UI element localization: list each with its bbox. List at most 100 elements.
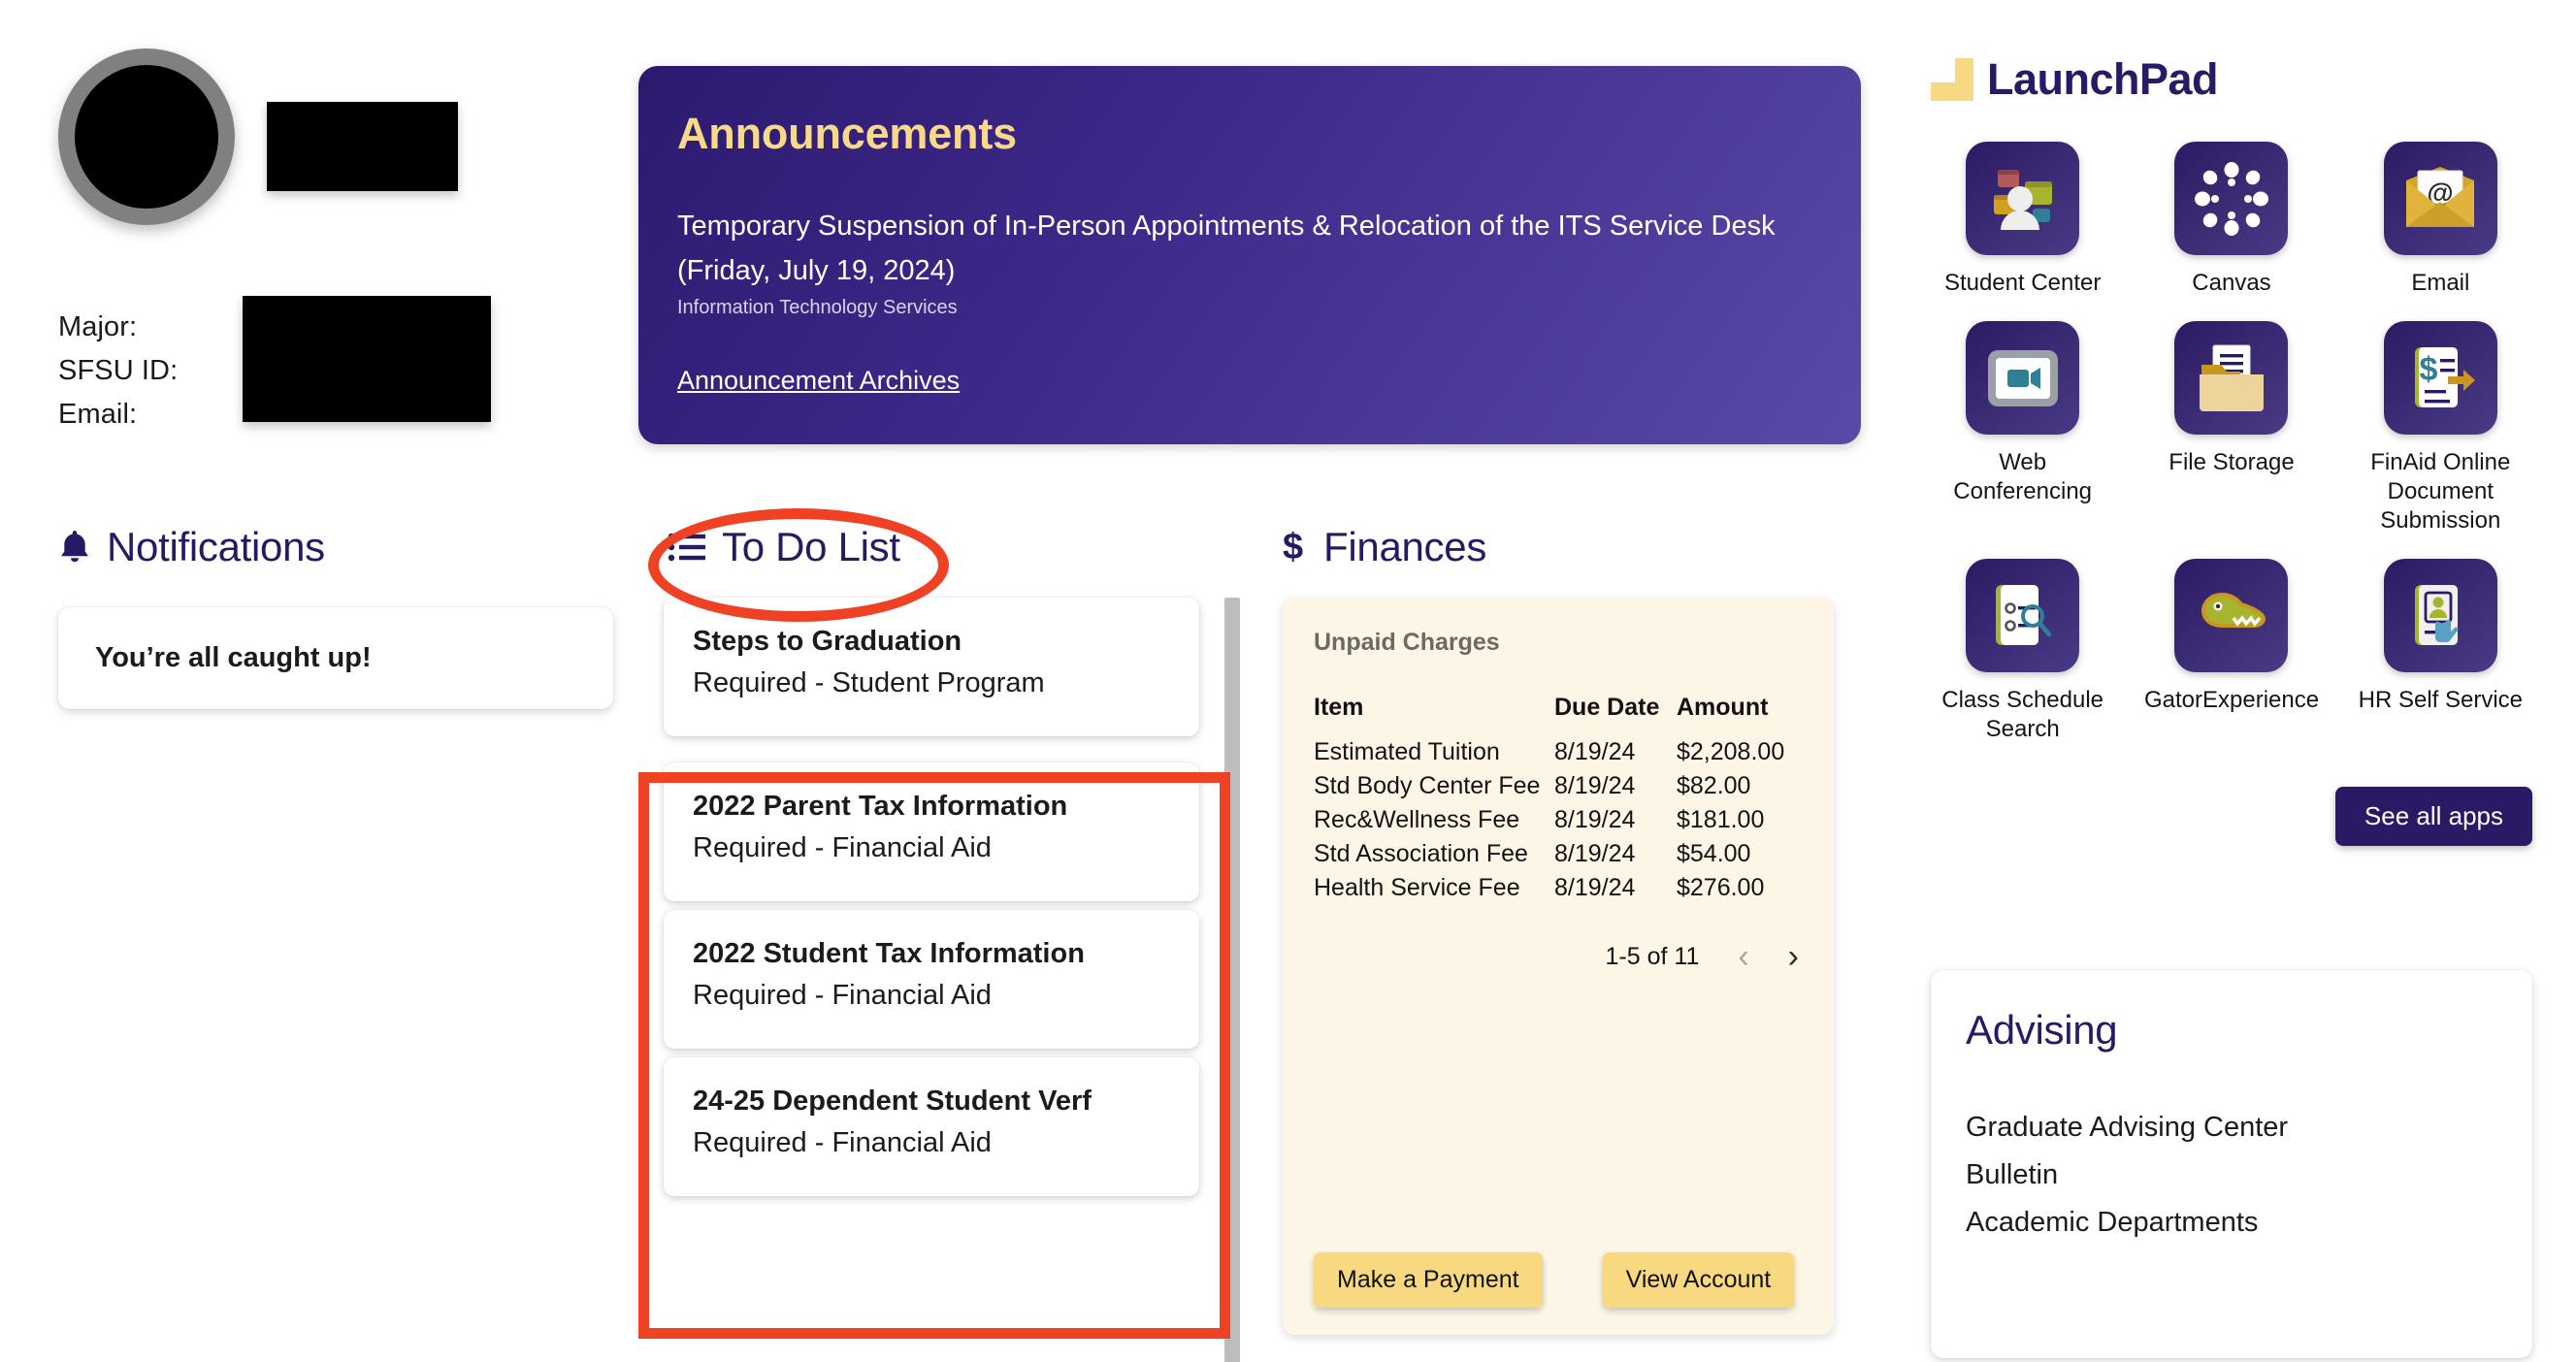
svg-text:$: $ <box>2420 351 2438 388</box>
todo-item-2[interactable]: 2022 Student Tax Information Required - … <box>664 910 1199 1049</box>
see-all-apps-row: See all apps <box>1931 787 2532 846</box>
app-label: FinAid Online Document Submission <box>2370 449 2511 534</box>
launchpad-logo-icon <box>1931 58 1973 101</box>
todo-item-subtitle: Required - Student Program <box>693 667 1045 698</box>
app-canvas[interactable]: Canvas <box>2139 142 2323 298</box>
student-center-icon <box>1966 142 2080 255</box>
charge-due: 8/19/24 <box>1554 874 1636 901</box>
notifications-heading: Notifications <box>107 524 325 569</box>
view-account-button[interactable]: View Account <box>1602 1252 1795 1308</box>
charge-item: Std Body Center Fee <box>1314 772 1541 799</box>
advising-link-graduate-advising-center[interactable]: Graduate Advising Center <box>1966 1104 2497 1151</box>
charge-due: 8/19/24 <box>1554 772 1636 799</box>
finances-section: $ Finances Unpaid Charges Item Due Date … <box>1283 524 1865 1335</box>
finaid-document-icon: $ <box>2383 321 2497 435</box>
announcement-archives-link[interactable]: Announcement Archives <box>677 366 960 396</box>
video-camera-icon <box>1966 321 2080 435</box>
app-label: GatorExperience <box>2143 687 2320 713</box>
charge-due: 8/19/24 <box>1554 738 1636 765</box>
unpaid-charges-card: Unpaid Charges Item Due Date Amount Esti… <box>1283 598 1834 1335</box>
charge-amount: $82.00 <box>1677 772 1751 799</box>
announcement-source: Information Technology Services <box>677 297 958 318</box>
table-pagination: 1-5 of 11 ‹ › <box>1314 940 1805 973</box>
profile-summary: Major: SFSU ID: Email: <box>58 39 621 437</box>
class-search-icon <box>1966 559 2080 672</box>
column-header-due-date: Due Date <box>1554 694 1660 721</box>
table-header-row: Item Due Date Amount <box>1314 694 1805 735</box>
charge-item: Estimated Tuition <box>1314 738 1500 765</box>
finances-heading-row: $ Finances <box>1283 524 1865 570</box>
table-row: Estimated Tuition 8/19/24 $2,208.00 <box>1314 735 1805 769</box>
announcements-heading: Announcements <box>677 109 1017 158</box>
make-a-payment-button[interactable]: Make a Payment <box>1314 1252 1543 1308</box>
see-all-apps-button[interactable]: See all apps <box>2334 787 2532 846</box>
app-student-center[interactable]: Student Center <box>1931 142 2114 298</box>
table-row: Std Association Fee 8/19/24 $54.00 <box>1314 837 1805 871</box>
todo-item-subtitle: Required - Financial Aid <box>693 1127 992 1158</box>
app-finaid-document-submission[interactable]: $ FinAid Online Document Submission <box>2349 321 2532 535</box>
app-label: Canvas <box>2192 270 2271 296</box>
app-label: HR Self Service <box>2358 687 2524 713</box>
advising-links: Graduate Advising Center Bulletin Academ… <box>1966 1104 2497 1247</box>
student-name-redaction <box>267 102 458 191</box>
app-web-conferencing[interactable]: Web Conferencing <box>1931 321 2114 535</box>
sfsu-id-label: SFSU ID: <box>58 355 179 386</box>
notifications-empty-message: You’re all caught up! <box>95 642 372 673</box>
todo-item-title: Steps to Graduation <box>693 626 962 657</box>
app-hr-self-service[interactable]: HR Self Service <box>2349 559 2532 744</box>
profile-meta-labels: Major: SFSU ID: Email: <box>58 306 178 437</box>
app-email[interactable]: @ Email <box>2349 142 2532 298</box>
charge-due: 8/19/24 <box>1554 806 1636 833</box>
advising-link-academic-departments[interactable]: Academic Departments <box>1966 1199 2497 1247</box>
chevron-right-icon[interactable]: › <box>1788 940 1799 973</box>
todo-heading-row: To Do List <box>668 524 1240 570</box>
svg-text:$: $ <box>1283 528 1303 567</box>
todo-item-1[interactable]: 2022 Parent Tax Information Required - F… <box>664 762 1199 901</box>
app-file-storage[interactable]: File Storage <box>2139 321 2323 535</box>
todo-item-title: 2022 Parent Tax Information <box>693 791 1068 822</box>
charge-amount: $181.00 <box>1677 806 1765 833</box>
launchpad-title: LaunchPad <box>1987 54 2219 104</box>
charge-item: Std Association Fee <box>1314 840 1528 867</box>
list-icon <box>668 532 706 563</box>
charge-item: Rec&Wellness Fee <box>1314 806 1520 833</box>
todo-item-title: 24-25 Dependent Student Verf <box>693 1086 1092 1117</box>
folder-icon <box>2174 321 2289 435</box>
unpaid-charges-title: Unpaid Charges <box>1314 629 1500 656</box>
email-label: Email: <box>58 399 138 430</box>
todo-heading: To Do List <box>722 524 900 569</box>
notifications-heading-row: Notifications <box>58 524 621 570</box>
finance-actions: Make a Payment View Account <box>1314 1252 1795 1308</box>
app-label: Email <box>2411 270 2470 296</box>
app-label: Web Conferencing <box>1953 449 2093 504</box>
gator-icon <box>2174 559 2289 672</box>
notifications-section: Notifications You’re all caught up! <box>58 524 621 709</box>
app-label: File Storage <box>2168 449 2295 475</box>
avatar[interactable] <box>58 49 235 225</box>
app-gator-experience[interactable]: GatorExperience <box>2139 559 2323 744</box>
todo-scrollbar[interactable] <box>1224 598 1240 1362</box>
email-icon: @ <box>2383 142 2497 255</box>
table-row: Rec&Wellness Fee 8/19/24 $181.00 <box>1314 803 1805 837</box>
advising-card: Advising Graduate Advising Center Bullet… <box>1931 970 2532 1358</box>
charge-item: Health Service Fee <box>1314 874 1520 901</box>
charge-due: 8/19/24 <box>1554 840 1636 867</box>
unpaid-charges-table: Item Due Date Amount Estimated Tuition 8… <box>1314 694 1805 905</box>
advising-link-bulletin[interactable]: Bulletin <box>1966 1151 2497 1199</box>
announcement-title[interactable]: Temporary Suspension of In-Person Appoin… <box>677 204 1803 293</box>
todo-item-0[interactable]: Steps to Graduation Required - Student P… <box>664 598 1199 736</box>
column-header-amount: Amount <box>1677 694 1769 721</box>
column-header-item: Item <box>1314 694 1364 721</box>
todo-item-3[interactable]: 24-25 Dependent Student Verf Required - … <box>664 1057 1199 1196</box>
avatar-redaction <box>75 65 218 209</box>
app-label: Student Center <box>1943 270 2102 296</box>
chevron-left-icon[interactable]: ‹ <box>1738 940 1748 973</box>
major-label: Major: <box>58 311 138 342</box>
advising-heading: Advising <box>1966 1007 2118 1053</box>
app-class-schedule-search[interactable]: Class Schedule Search <box>1931 559 2114 744</box>
canvas-icon <box>2174 142 2289 255</box>
charge-amount: $2,208.00 <box>1677 738 1785 765</box>
dashboard-page: Major: SFSU ID: Email: Announcements Tem… <box>0 0 2576 1362</box>
app-label: Class Schedule Search <box>1941 687 2104 742</box>
launchpad-section: LaunchPad Student Center Canvas @ Email … <box>1931 54 2532 846</box>
